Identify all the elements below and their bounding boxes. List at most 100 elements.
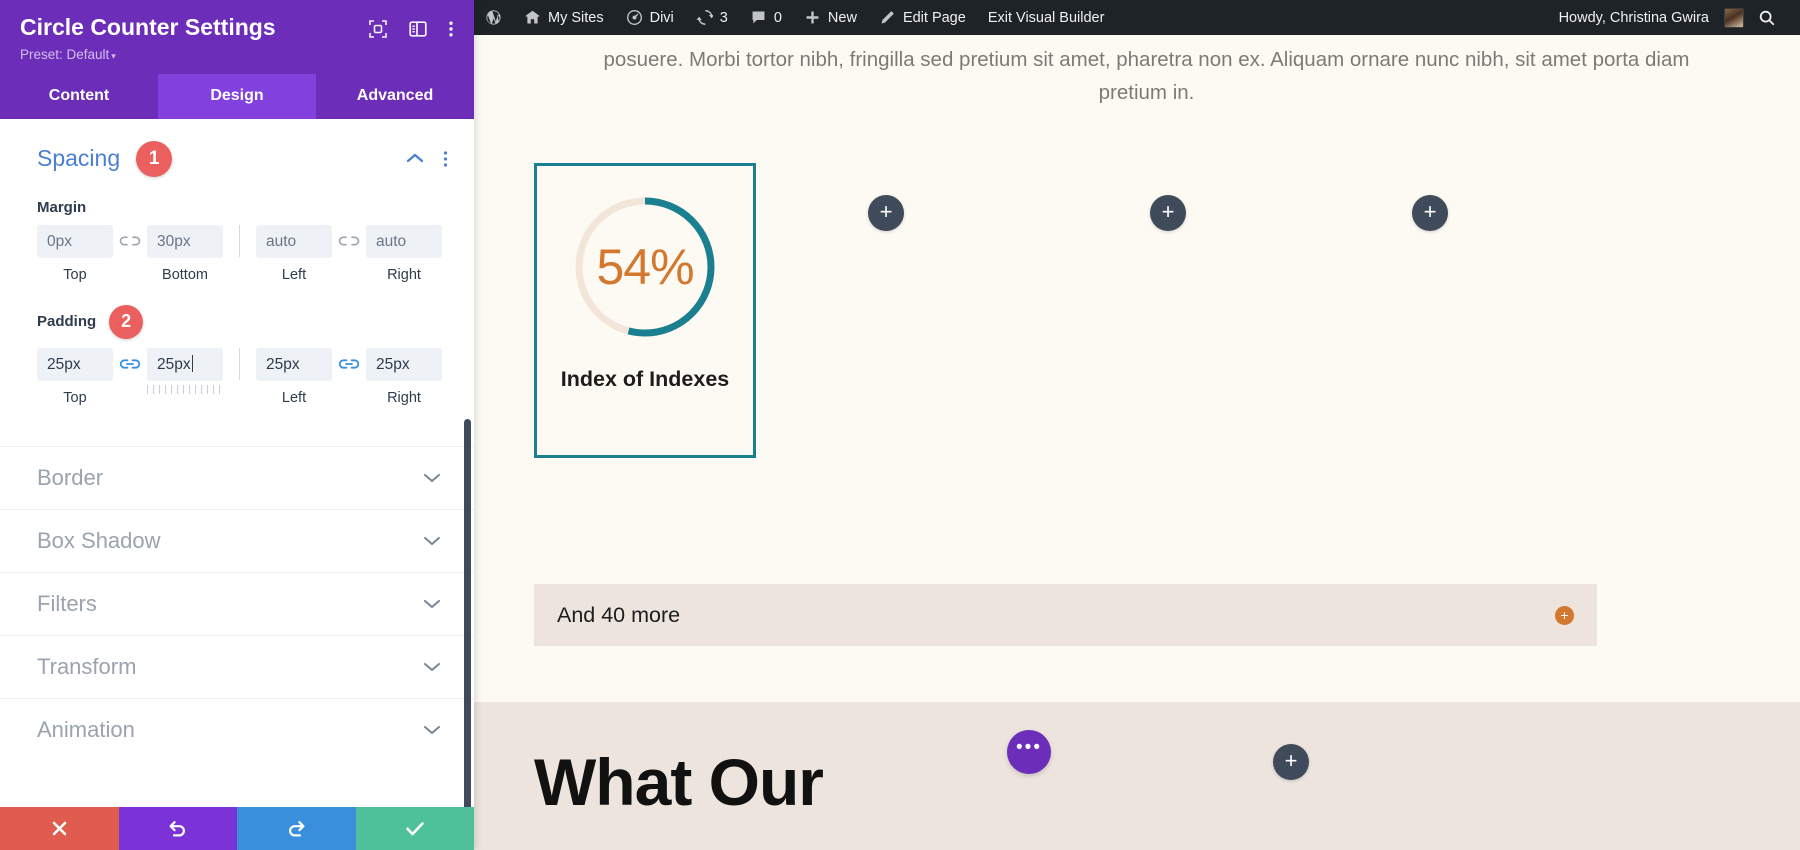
- text-cursor: [192, 355, 193, 372]
- more-options-icon[interactable]: [448, 19, 454, 39]
- margin-label-text: Margin: [37, 199, 86, 216]
- chevron-up-icon[interactable]: [405, 152, 425, 165]
- step-badge-1: 1: [136, 141, 172, 177]
- padding-top-label: Top: [63, 390, 86, 406]
- redo-button[interactable]: [237, 807, 356, 850]
- toggle-title: And 40 more: [557, 603, 680, 628]
- new-content-menu[interactable]: New: [793, 0, 868, 35]
- margin-fields: 0px Top 30px Bottom: [37, 225, 448, 283]
- undo-button[interactable]: [119, 807, 238, 850]
- margin-left-label: Left: [282, 267, 306, 283]
- circle-counter-graphic: 54%: [569, 191, 721, 343]
- padding-top-input[interactable]: 25px: [37, 348, 113, 381]
- margin-bottom-label: Bottom: [162, 267, 208, 283]
- circle-counter-percent: 54%: [569, 191, 721, 343]
- margin-top-input[interactable]: 0px: [37, 225, 113, 258]
- updates-icon: [696, 9, 713, 26]
- padding-label: Padding 2: [37, 305, 448, 339]
- padding-right-input[interactable]: 25px: [366, 348, 442, 381]
- howdy-label: Howdy, Christina Gwira: [1559, 10, 1709, 26]
- divi-icon: [626, 9, 643, 26]
- link-broken-icon[interactable]: [332, 225, 366, 258]
- margin-bottom-input[interactable]: 30px: [147, 225, 223, 258]
- padding-label-text: Padding: [37, 313, 96, 330]
- edit-page-label: Edit Page: [903, 10, 966, 26]
- comments-menu[interactable]: 0: [739, 0, 793, 35]
- link-connected-icon[interactable]: [332, 348, 366, 381]
- add-module-button-3[interactable]: +: [1412, 195, 1448, 231]
- chevron-down-icon: [422, 471, 442, 484]
- padding-bottom-input[interactable]: 25px: [147, 348, 223, 381]
- spacing-section-title[interactable]: Spacing: [37, 145, 120, 172]
- updates-menu[interactable]: 3: [685, 0, 739, 35]
- section-filters[interactable]: Filters: [0, 572, 474, 635]
- wordpress-admin-bar: My Sites Divi 3 0: [474, 0, 1800, 35]
- plus-icon: [804, 9, 821, 26]
- step-badge-2: 2: [109, 305, 143, 339]
- margin-right-label: Right: [387, 267, 421, 283]
- design-sections-list: Border Box Shadow Filters: [0, 446, 474, 761]
- toggle-module-row[interactable]: And 40 more +: [534, 584, 1597, 646]
- tab-advanced[interactable]: Advanced: [316, 74, 474, 119]
- padding-right-label: Right: [387, 390, 421, 406]
- divi-menu[interactable]: Divi: [615, 0, 685, 35]
- edit-page-menu[interactable]: Edit Page: [868, 0, 977, 35]
- section-animation[interactable]: Animation: [0, 698, 474, 761]
- section-filters-label: Filters: [37, 591, 97, 617]
- padding-left-input[interactable]: 25px: [256, 348, 332, 381]
- padding-left-label: Left: [282, 390, 306, 406]
- discard-changes-button[interactable]: [0, 807, 119, 850]
- padding-fields: 25px Top 25px: [37, 348, 448, 406]
- margin-label: Margin: [37, 199, 448, 216]
- panel-body: Spacing 1: [0, 119, 474, 807]
- chevron-down-icon: [422, 534, 442, 547]
- my-sites-menu[interactable]: My Sites: [513, 0, 615, 35]
- section-settings-icon[interactable]: •••: [1007, 730, 1051, 774]
- margin-left-input[interactable]: auto: [256, 225, 332, 258]
- circle-counter-module[interactable]: 54% Index of Indexes: [534, 163, 756, 458]
- chevron-down-icon: [422, 723, 442, 736]
- page-section-light: posuere. Morbi tortor nibh, fringilla se…: [474, 35, 1800, 702]
- page-preview-canvas: posuere. Morbi tortor nibh, fringilla se…: [474, 35, 1800, 850]
- divi-label: Divi: [650, 10, 674, 26]
- my-sites-label: My Sites: [548, 10, 604, 26]
- divider: [239, 348, 240, 380]
- exit-visual-builder-label: Exit Visual Builder: [988, 10, 1105, 26]
- sites-icon: [524, 9, 541, 26]
- section-transform[interactable]: Transform: [0, 635, 474, 698]
- chevron-down-icon: [422, 660, 442, 673]
- add-module-button-1[interactable]: +: [868, 195, 904, 231]
- chevron-down-icon: [422, 597, 442, 610]
- updates-count: 3: [720, 10, 728, 26]
- page-section-beige: What Our ••• +: [474, 702, 1800, 850]
- preset-label: Preset: Default: [20, 47, 109, 62]
- panel-header: Circle Counter Settings: [0, 0, 474, 74]
- add-row-button[interactable]: +: [1273, 744, 1309, 780]
- save-changes-button[interactable]: [356, 807, 475, 850]
- plus-icon[interactable]: +: [1555, 606, 1574, 625]
- new-label: New: [828, 10, 857, 26]
- section-animation-label: Animation: [37, 717, 135, 743]
- add-module-button-2[interactable]: +: [1150, 195, 1186, 231]
- tab-design[interactable]: Design: [158, 74, 316, 119]
- link-broken-icon[interactable]: [113, 225, 147, 258]
- more-options-icon[interactable]: [443, 150, 448, 168]
- tab-content[interactable]: Content: [0, 74, 158, 119]
- section-box-shadow[interactable]: Box Shadow: [0, 509, 474, 572]
- padding-bottom-slider[interactable]: [147, 385, 223, 394]
- focus-module-icon[interactable]: [368, 19, 388, 39]
- section-heading: What Our: [534, 744, 823, 820]
- link-connected-icon[interactable]: [113, 348, 147, 381]
- search-icon[interactable]: [1748, 0, 1790, 35]
- panel-tabs: Content Design Advanced: [0, 74, 474, 119]
- account-menu[interactable]: Howdy, Christina Gwira: [1548, 0, 1748, 35]
- panel-layout-icon[interactable]: [408, 19, 428, 39]
- margin-right-input[interactable]: auto: [366, 225, 442, 258]
- section-border[interactable]: Border: [0, 446, 474, 509]
- preset-selector[interactable]: Preset: Default▾: [20, 47, 454, 62]
- wordpress-logo-icon[interactable]: [474, 0, 513, 35]
- panel-scrollbar[interactable]: [464, 419, 471, 807]
- exit-visual-builder-menu[interactable]: Exit Visual Builder: [977, 0, 1116, 35]
- pencil-icon: [879, 9, 896, 26]
- spacing-section: Spacing 1: [0, 119, 474, 416]
